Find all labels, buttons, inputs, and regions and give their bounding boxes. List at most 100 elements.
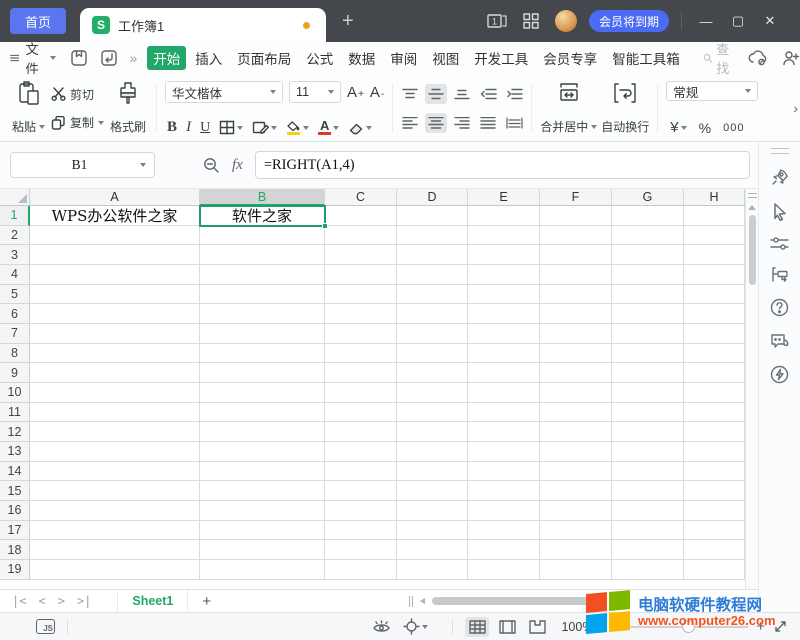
column-header-D[interactable]: D [397,189,468,206]
ribbon-expand-icon[interactable]: › [793,100,798,116]
column-header-B[interactable]: B [200,189,325,206]
smart-idea-icon[interactable] [770,365,789,384]
justify-button[interactable] [477,113,499,133]
cell-G17[interactable] [612,521,684,541]
cell-B7[interactable] [200,324,325,344]
formula-input[interactable]: =RIGHT(A1,4) [255,151,750,179]
cell-C10[interactable] [325,383,397,403]
cell-F10[interactable] [540,383,612,403]
scroll-left-icon[interactable] [420,598,425,604]
cell-B10[interactable] [200,383,325,403]
cell-B12[interactable] [200,422,325,442]
save-icon[interactable] [70,49,88,67]
decrease-font-button[interactable]: A- [370,84,384,101]
cell-H10[interactable] [684,383,745,403]
font-color-button[interactable]: A [318,120,339,135]
new-tab-button[interactable]: + [342,11,354,31]
cell-D18[interactable] [397,540,468,560]
cell-A18[interactable] [30,540,200,560]
cell-D7[interactable] [397,324,468,344]
row-header-15[interactable]: 15 [0,481,30,501]
cell-C8[interactable] [325,344,397,364]
cell-H7[interactable] [684,324,745,344]
decrease-indent-button[interactable] [477,84,499,104]
cell-E9[interactable] [468,363,540,383]
cell-D6[interactable] [397,304,468,324]
italic-button[interactable]: I [186,119,191,136]
js-macro-icon[interactable]: JS [36,619,55,634]
row-header-3[interactable]: 3 [0,245,30,265]
close-button[interactable]: ✕ [758,13,782,29]
cut-button[interactable]: 剪切 [51,86,104,103]
sheet-tab-sheet1[interactable]: Sheet1 [117,590,188,612]
cell-E10[interactable] [468,383,540,403]
cell-B17[interactable] [200,521,325,541]
cell-D4[interactable] [397,265,468,285]
cell-H2[interactable] [684,226,745,246]
cell-D3[interactable] [397,245,468,265]
vertical-scrollbar[interactable] [745,189,758,589]
cell-B15[interactable] [200,481,325,501]
align-top-button[interactable] [399,84,421,104]
cell-E4[interactable] [468,265,540,285]
cell-F12[interactable] [540,422,612,442]
menu-tab-8[interactable]: 会员专享 [537,46,603,70]
settings-sliders-icon[interactable] [770,236,789,251]
cell-H18[interactable] [684,540,745,560]
cell-C2[interactable] [325,226,397,246]
cell-D12[interactable] [397,422,468,442]
align-bottom-button[interactable] [451,84,473,104]
zoom-out-icon[interactable] [203,157,220,174]
cell-C9[interactable] [325,363,397,383]
share-user-icon[interactable] [782,50,800,66]
cell-H9[interactable] [684,363,745,383]
cell-A14[interactable] [30,462,200,482]
prev-sheet-button[interactable]: < [38,594,45,608]
cell-E8[interactable] [468,344,540,364]
cell-G9[interactable] [612,363,684,383]
column-header-H[interactable]: H [684,189,745,206]
cell-B19[interactable] [200,560,325,580]
font-family-select[interactable]: 华文楷体 [165,81,283,103]
underline-button[interactable]: U [200,120,210,136]
select-all-corner[interactable] [0,189,30,206]
next-sheet-button[interactable]: > [58,594,65,608]
apps-grid-icon[interactable] [523,13,539,29]
menu-tab-9[interactable]: 智能工具箱 [606,46,686,70]
first-sheet-button[interactable]: |< [12,594,26,608]
increase-indent-button[interactable] [503,84,525,104]
cell-B16[interactable] [200,501,325,521]
cell-B4[interactable] [200,265,325,285]
cell-C6[interactable] [325,304,397,324]
cell-E14[interactable] [468,462,540,482]
cell-C14[interactable] [325,462,397,482]
rocket-icon[interactable] [770,168,789,187]
cell-style-button[interactable] [252,120,277,135]
cell-E2[interactable] [468,226,540,246]
cell-E18[interactable] [468,540,540,560]
cell-A7[interactable] [30,324,200,344]
cell-B3[interactable] [200,245,325,265]
align-left-button[interactable] [399,113,421,133]
bold-button[interactable]: B [167,119,177,136]
column-header-F[interactable]: F [540,189,612,206]
increase-font-button[interactable]: A+ [347,84,364,101]
split-handle-icon[interactable] [748,193,757,198]
feedback-icon[interactable] [770,332,790,350]
file-menu[interactable]: 文件 [10,38,56,78]
cell-A10[interactable] [30,383,200,403]
cell-C17[interactable] [325,521,397,541]
row-header-4[interactable]: 4 [0,265,30,285]
cell-B8[interactable] [200,344,325,364]
cell-A16[interactable] [30,501,200,521]
cell-C18[interactable] [325,540,397,560]
row-header-13[interactable]: 13 [0,442,30,462]
page-break-view-button[interactable] [525,617,549,637]
cell-B6[interactable] [200,304,325,324]
cell-G16[interactable] [612,501,684,521]
cell-F15[interactable] [540,481,612,501]
cell-G5[interactable] [612,285,684,305]
row-header-2[interactable]: 2 [0,226,30,246]
align-middle-button[interactable] [425,84,447,104]
number-format-select[interactable]: 常规 [666,81,758,101]
